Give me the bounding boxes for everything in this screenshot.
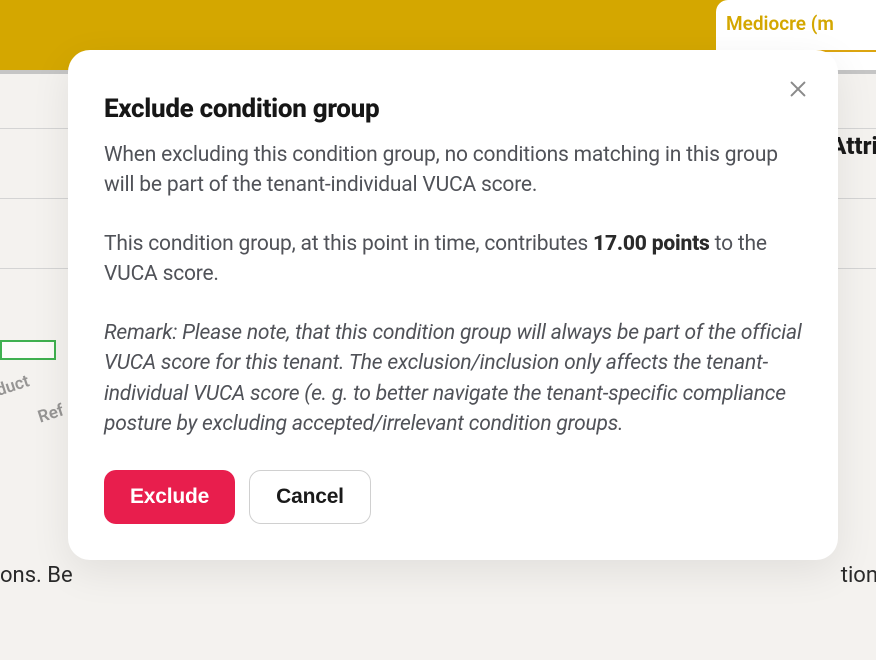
dialog-title: Exclude condition group	[104, 94, 802, 124]
close-icon	[787, 78, 809, 103]
dialog-paragraph: This condition group, at this point in t…	[104, 229, 802, 290]
dialog-remark: Remark: Please note, that this condition…	[104, 318, 802, 440]
exclude-button[interactable]: Exclude	[104, 470, 235, 524]
close-button[interactable]	[782, 74, 814, 106]
dialog-actions: Exclude Cancel	[104, 470, 802, 524]
points-value: 17.00 points	[593, 232, 710, 256]
dialog-body: When excluding this condition group, no …	[104, 140, 802, 440]
text: This condition group, at this point in t…	[104, 232, 593, 256]
exclude-condition-group-dialog: Exclude condition group When excluding t…	[68, 50, 838, 560]
dialog-paragraph: When excluding this condition group, no …	[104, 140, 802, 201]
cancel-button[interactable]: Cancel	[249, 470, 371, 524]
